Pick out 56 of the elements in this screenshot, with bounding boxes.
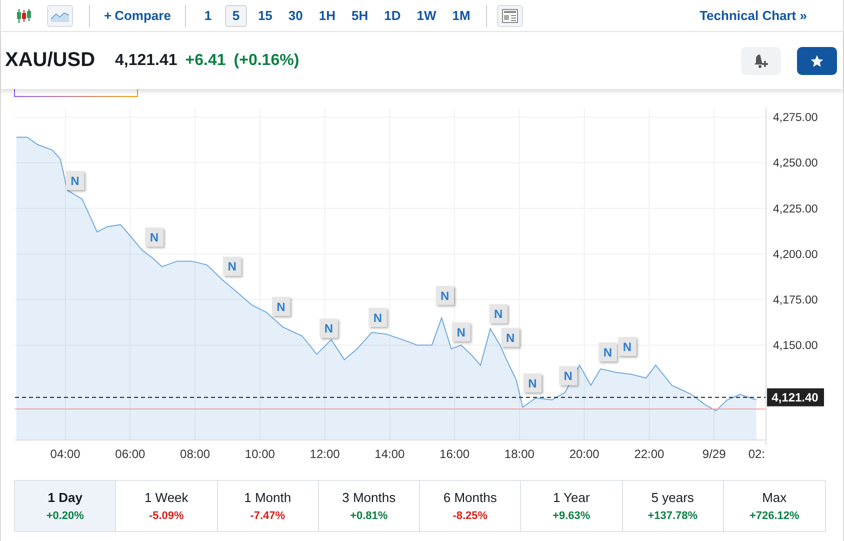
last-price-label: 4,121.40 bbox=[767, 388, 824, 406]
last-price: 4,121.41 bbox=[115, 52, 178, 70]
annotation: N bbox=[506, 330, 515, 345]
y-axis-label: 4,150.00 bbox=[773, 340, 818, 352]
interval-button[interactable]: 1M bbox=[447, 4, 476, 26]
percent-change: (+0.16%) bbox=[234, 52, 300, 70]
annotation: N bbox=[494, 307, 503, 322]
x-axis-label: 20:00 bbox=[569, 447, 600, 461]
annotation: N bbox=[228, 260, 236, 274]
newspaper-icon bbox=[502, 8, 518, 22]
annotation: N bbox=[456, 325, 466, 340]
y-axis-label: 4,200.00 bbox=[773, 248, 818, 261]
symbol-title: XAU/USD bbox=[5, 49, 96, 72]
y-axis-label: 4,225.00 bbox=[773, 203, 818, 216]
annotation: N bbox=[440, 288, 450, 303]
interval-button[interactable]: 1 bbox=[196, 4, 219, 26]
y-axis-label: 4,250.00 bbox=[773, 158, 818, 170]
interval-button[interactable]: 1D bbox=[379, 4, 406, 26]
layout-button[interactable] bbox=[497, 4, 524, 26]
annotation: N bbox=[603, 345, 612, 360]
compare-button[interactable]: + Compare bbox=[100, 8, 175, 23]
annotation: N bbox=[276, 300, 286, 314]
annotation: N bbox=[70, 174, 80, 188]
watchlist-button[interactable] bbox=[797, 46, 837, 74]
period-tab[interactable]: 1 Day +0.20% bbox=[15, 481, 116, 531]
y-axis-label: 4,275.00 bbox=[773, 112, 818, 124]
x-axis-label: 14:00 bbox=[374, 447, 405, 461]
annotation: N bbox=[324, 322, 334, 336]
interval-button[interactable]: 1H bbox=[314, 4, 341, 26]
annotation: N bbox=[373, 310, 382, 325]
x-axis-label: 04:00 bbox=[50, 447, 80, 461]
x-axis-label: 12:00 bbox=[310, 447, 340, 461]
annotation: N bbox=[150, 230, 159, 245]
interval-button[interactable]: 5H bbox=[346, 4, 374, 26]
x-axis-label: 18:00 bbox=[504, 447, 534, 461]
interval-button[interactable]: 30 bbox=[283, 4, 308, 26]
bell-plus-icon bbox=[753, 52, 769, 68]
x-axis-label: 08:00 bbox=[180, 447, 210, 461]
annotation: N bbox=[622, 340, 632, 354]
x-axis-label: 06:00 bbox=[115, 447, 146, 461]
x-axis-label: 9/29 bbox=[702, 447, 726, 461]
interval-button[interactable]: 15 bbox=[252, 4, 278, 26]
x-axis-label: 22:00 bbox=[634, 447, 664, 461]
technical-chart-link[interactable]: Technical Chart » bbox=[700, 8, 807, 23]
price-change: +6.41 bbox=[185, 52, 226, 70]
star-icon bbox=[810, 54, 824, 68]
x-axis-label: 16:00 bbox=[440, 447, 470, 461]
annotation: N bbox=[564, 369, 572, 384]
alert-button[interactable] bbox=[741, 46, 781, 74]
annotation: N bbox=[528, 376, 537, 390]
x-axis-label: 02: bbox=[748, 447, 765, 461]
interval-button[interactable]: 1W bbox=[412, 4, 442, 26]
x-axis-label: 10:00 bbox=[244, 447, 275, 461]
interval-button[interactable]: 5 bbox=[224, 4, 247, 26]
y-axis-label: 4,175.00 bbox=[773, 294, 818, 307]
candlestick-icon bbox=[16, 8, 32, 22]
